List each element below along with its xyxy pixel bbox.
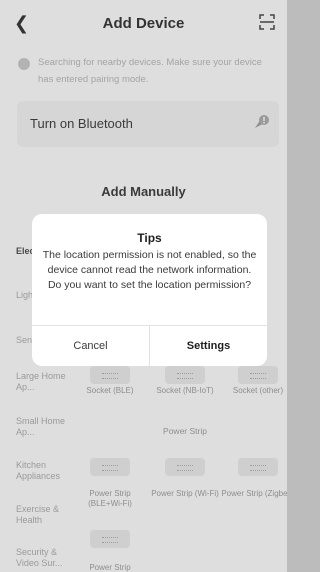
- power-strip-wifi-label[interactable]: Power Strip (Wi-Fi): [148, 489, 222, 499]
- bluetooth-label: Turn on Bluetooth: [30, 116, 133, 131]
- page-title: Add Device: [102, 15, 185, 32]
- sidebar-item-security-video[interactable]: Security & Video Sur...: [16, 547, 76, 569]
- power-strip-wifi-icon: [165, 458, 205, 476]
- settings-button[interactable]: Settings: [150, 326, 267, 366]
- bluetooth-card[interactable]: Turn on Bluetooth: [17, 101, 279, 147]
- cancel-button[interactable]: Cancel: [32, 326, 149, 366]
- sidebar-item-exercise-health[interactable]: Exercise & Health: [16, 504, 76, 526]
- searching-status: Searching for nearby devices. Make sure …: [0, 50, 287, 92]
- bluetooth-alert-icon: [251, 113, 271, 133]
- power-strip-zigbee-label[interactable]: Power Strip (Zigbee): [221, 489, 287, 499]
- socket-nbiot-icon: [165, 366, 205, 384]
- power-strip-ble-wifi-icon: [90, 458, 130, 476]
- dialog-title: Tips: [137, 231, 162, 245]
- power-strip-zigbee-icon: [238, 458, 278, 476]
- tips-dialog: Tips The location permission is not enab…: [32, 214, 267, 366]
- power-strip-icon: [90, 530, 130, 548]
- socket-other-label[interactable]: Socket (other): [221, 386, 287, 396]
- power-strip-label[interactable]: Power Strip: [73, 563, 147, 572]
- power-strip-ble-wifi-label[interactable]: Power Strip (BLE+Wi-Fi): [73, 489, 147, 509]
- sidebar-item-large-home-appliances[interactable]: Large Home Ap...: [16, 371, 76, 393]
- socket-nbiot-label[interactable]: Socket (NB-IoT): [148, 386, 222, 396]
- socket-ble-icon: [90, 366, 130, 384]
- top-bar: ❮ Add Device: [0, 0, 287, 46]
- socket-other-icon: [238, 366, 278, 384]
- power-strip-section-title: Power Strip: [163, 426, 207, 436]
- sidebar-item-kitchen-appliances[interactable]: Kitchen Appliances: [16, 460, 76, 482]
- sidebar-item-small-home-appliances[interactable]: Small Home Ap...: [16, 416, 76, 438]
- dialog-message: The location permission is not enabled, …: [42, 249, 257, 291]
- searching-text: Searching for nearby devices. Make sure …: [38, 57, 262, 85]
- socket-ble-label[interactable]: Socket (BLE): [73, 386, 147, 396]
- scan-icon[interactable]: [259, 14, 275, 30]
- add-manually-title: Add Manually: [101, 184, 186, 199]
- searching-indicator-icon: [18, 58, 30, 70]
